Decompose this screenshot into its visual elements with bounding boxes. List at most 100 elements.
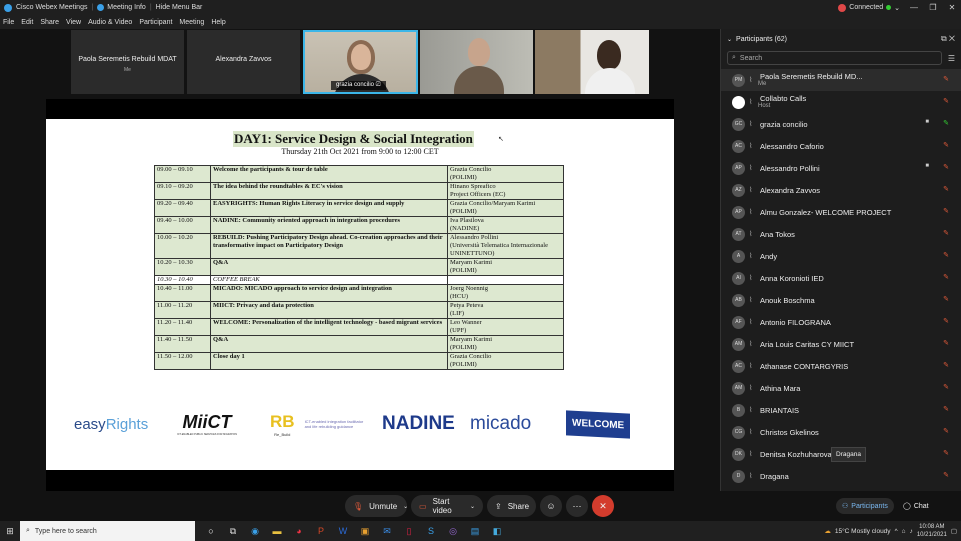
office-icon[interactable]: ▯ <box>403 526 415 537</box>
task-view-icon[interactable]: ⧉ <box>227 526 239 537</box>
menu-meeting[interactable]: Meeting <box>179 19 204 26</box>
chrome-icon[interactable]: ◕ <box>293 526 305 537</box>
participant-row[interactable]: AP ⌇ Almu Gonzalez- WELCOME PROJECT ✎ <box>721 201 961 223</box>
mic-muted-icon[interactable]: ✎ <box>943 317 949 325</box>
mic-muted-icon[interactable]: ✎ <box>943 383 949 391</box>
participant-row[interactable]: A ⌇ Andy ✎ <box>721 245 961 267</box>
mic-muted-icon[interactable]: ✎ <box>943 163 949 171</box>
avatar: GC <box>732 117 745 131</box>
mic-muted-icon[interactable]: ✎ <box>943 75 949 83</box>
volume-icon[interactable]: ♪ <box>910 528 913 535</box>
menu-share[interactable]: Share <box>40 19 59 26</box>
participant-row[interactable]: AT ⌇ Ana Tokos ✎ <box>721 223 961 245</box>
tray-chevron-icon[interactable]: ^ <box>895 528 898 535</box>
restore-button[interactable]: ❐ <box>928 3 938 12</box>
participant-row[interactable]: AP ⌇ Alessandro Pollini ■ ✎ <box>721 157 961 179</box>
app-icon[interactable]: ▣ <box>359 526 371 537</box>
menu-participant[interactable]: Participant <box>139 19 172 26</box>
mic-muted-icon[interactable]: ✎ <box>943 207 949 215</box>
windows-start-button[interactable]: ⊞ <box>0 526 20 537</box>
minimize-button[interactable]: — <box>909 3 919 12</box>
taskbar-search-input[interactable]: ⌕ Type here to search <box>20 521 195 541</box>
participant-row[interactable]: CG ⌇ Christos Gkelinos ✎ <box>721 421 961 443</box>
menu-audio-video[interactable]: Audio & Video <box>88 19 132 26</box>
popout-icon[interactable]: ⧉ <box>941 34 947 43</box>
participant-row[interactable]: AI ⌇ Anna Koronioti IED ✎ <box>721 267 961 289</box>
collapse-chevron-icon[interactable]: ⌄ <box>727 36 732 43</box>
active-speaker-video[interactable]: grazia concilio ⎚ <box>303 30 418 94</box>
close-panel-icon[interactable]: ✕ <box>949 34 955 43</box>
participant-row[interactable]: AC ⌇ Alessandro Caforio ✎ <box>721 135 961 157</box>
mic-muted-icon[interactable]: ✎ <box>943 471 949 479</box>
video-off-icon: ▭ <box>419 501 427 511</box>
participant-search-input[interactable]: ⌕ Search <box>727 51 942 65</box>
webex-taskbar-icon[interactable]: ◧ <box>491 526 503 537</box>
menu-file[interactable]: File <box>3 19 14 26</box>
mic-muted-icon[interactable]: ✎ <box>943 405 949 413</box>
participant-row[interactable]: AZ ⌇ Alexandra Zavvos ✎ <box>721 179 961 201</box>
more-options-button[interactable]: ⋯ <box>566 495 588 517</box>
filter-icon[interactable]: ☰ <box>948 54 955 63</box>
meeting-info-button[interactable]: Meeting Info <box>97 4 146 11</box>
clock[interactable]: 10:08 AM 10/21/2021 <box>917 523 947 539</box>
mail-icon[interactable]: ✉ <box>381 526 393 537</box>
edge-icon[interactable]: ◉ <box>249 526 261 537</box>
mic-muted-icon[interactable]: ✎ <box>943 449 949 457</box>
mic-muted-icon[interactable]: ✎ <box>943 185 949 193</box>
file-explorer-icon[interactable]: ▬ <box>271 526 283 537</box>
start-video-button[interactable]: ▭ Start video ⌄ <box>411 495 483 517</box>
participant-row[interactable]: PM ⌇ Paola Seremetis Rebuild MD... Me ✎ <box>721 69 961 91</box>
participant-row[interactable]: D ⌇ Dragana ✎ <box>721 465 961 487</box>
close-button[interactable]: ✕ <box>947 3 957 12</box>
reactions-button[interactable]: ☺ <box>540 495 562 517</box>
avatar: AM <box>732 381 745 395</box>
participant-row[interactable]: AB ⌇ Anouk Boschma ✎ <box>721 289 961 311</box>
menu-edit[interactable]: Edit <box>21 19 33 26</box>
unmute-button[interactable]: 🎙 Unmute ⌄ <box>345 495 408 517</box>
video-thumbnail[interactable]: Alexandra Zavvos <box>187 30 300 94</box>
avatar: AF <box>732 315 745 329</box>
mic-muted-icon[interactable]: ✎ <box>943 229 949 237</box>
participant-row[interactable]: GC ⌇ grazia concilio ■ ✎ <box>721 113 961 135</box>
share-button[interactable]: ⇪ Share <box>487 495 536 517</box>
schedule-speaker: Petya Peteva (LIF) <box>447 301 564 319</box>
viber-icon[interactable]: ◎ <box>447 526 459 537</box>
mic-muted-icon[interactable]: ✎ <box>943 141 949 149</box>
participant-row[interactable]: AF ⌇ Antonio FILOGRANA ✎ <box>721 311 961 333</box>
hide-menu-bar-button[interactable]: Hide Menu Bar <box>156 4 203 11</box>
app-icon-2[interactable]: ▤ <box>469 526 481 537</box>
mic-on-icon[interactable]: ✎ <box>943 119 949 127</box>
participant-row[interactable]: AC ⌇ Athanase CONTARGYRIS ✎ <box>721 355 961 377</box>
weather-text[interactable]: 15°C Mostly cloudy <box>835 528 891 535</box>
participant-row[interactable]: ⌇ Collabto Calls Host ✎ <box>721 91 961 113</box>
participant-row[interactable]: AM ⌇ Aria Louis Caritas CY MIICT ✎ <box>721 333 961 355</box>
video-thumbnail[interactable] <box>535 30 649 94</box>
participants-toggle-button[interactable]: ⚇ Participants <box>836 498 894 514</box>
mic-muted-icon[interactable]: ✎ <box>943 97 949 105</box>
chat-toggle-button[interactable]: ◯ Chat <box>897 498 935 514</box>
audio-icon: ⌇ <box>749 143 753 150</box>
mic-muted-icon[interactable]: ✎ <box>943 251 949 259</box>
participant-row[interactable]: AM ⌇ Athina Mara ✎ <box>721 377 961 399</box>
video-thumbnail[interactable] <box>420 30 533 94</box>
menu-view[interactable]: View <box>66 19 81 26</box>
network-icon[interactable]: ⌂ <box>902 528 906 535</box>
word-icon[interactable]: W <box>337 526 349 537</box>
cortana-icon[interactable]: ○ <box>205 526 217 537</box>
mic-muted-icon[interactable]: ✎ <box>943 339 949 347</box>
menu-help[interactable]: Help <box>211 19 225 26</box>
mic-muted-icon[interactable]: ✎ <box>943 427 949 435</box>
mic-muted-icon[interactable]: ✎ <box>943 361 949 369</box>
schedule-topic: MIICT: Privacy and data protection <box>210 301 448 319</box>
end-meeting-button[interactable]: ✕ <box>592 495 614 517</box>
participant-row[interactable]: B ⌇ BRIANTAIS ✎ <box>721 399 961 421</box>
nadine-logo: NADINE <box>382 413 455 434</box>
mic-muted-icon[interactable]: ✎ <box>943 295 949 303</box>
video-thumbnail[interactable]: Paola Seremetis Rebuild MDAT Me <box>71 30 184 94</box>
mic-muted-icon[interactable]: ✎ <box>943 273 949 281</box>
connection-status[interactable]: Connected ⌄ <box>838 3 900 12</box>
notifications-icon[interactable]: ▢ <box>951 527 957 535</box>
welcome-logo: WELCOME <box>566 405 631 443</box>
powerpoint-icon[interactable]: P <box>315 526 327 537</box>
skype-icon[interactable]: S <box>425 526 437 537</box>
